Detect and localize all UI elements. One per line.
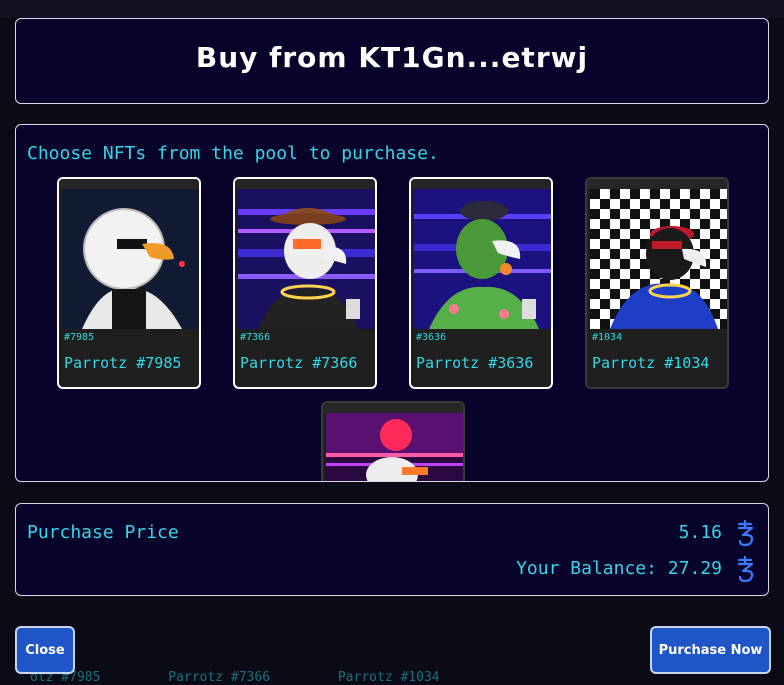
nft-image [62, 189, 199, 329]
nft-image [590, 189, 727, 329]
purchase-price-label: Purchase Price [27, 522, 179, 543]
tezos-icon [736, 556, 756, 582]
nft-card[interactable]: #1034 Parrotz #1034 [585, 177, 729, 389]
nft-card[interactable] [321, 401, 465, 481]
background-page [0, 0, 784, 18]
wallet-balance: Your Balance: 27.29 [516, 558, 722, 579]
card-token-id: #7366 [240, 332, 271, 343]
pool-instructions: Choose NFTs from the pool to purchase. [27, 143, 439, 164]
tezos-icon [736, 520, 756, 546]
purchase-price-value: 5.16 [678, 522, 722, 543]
nft-image [238, 189, 375, 329]
card-token-id: #1034 [592, 332, 623, 343]
card-name: Parrotz #7985 [64, 354, 182, 372]
modal-header: Buy from KT1Gn...etrwj [15, 18, 769, 104]
nft-card[interactable]: #7985 Parrotz #7985 [57, 177, 201, 389]
purchase-summary: Purchase Price 5.16 Your Balance: 27.29 [15, 503, 769, 596]
purchase-now-button[interactable]: Purchase Now [650, 626, 771, 674]
card-token-id: #3636 [416, 332, 447, 343]
modal-title: Buy from KT1Gn...etrwj [195, 41, 589, 74]
nft-image [326, 413, 463, 481]
card-topbar [323, 403, 463, 413]
card-token-id: #7985 [64, 332, 95, 343]
card-topbar [235, 179, 375, 189]
card-name: Parrotz #7366 [240, 354, 358, 372]
nft-card[interactable]: #3636 Parrotz #3636 [409, 177, 553, 389]
nft-card[interactable]: #7366 Parrotz #7366 [233, 177, 377, 389]
card-topbar [59, 179, 199, 189]
background-text: otz #7985 Parrotz #7366 Parrotz #1034 [30, 670, 440, 685]
card-topbar [587, 179, 727, 189]
nft-pool-panel[interactable]: Choose NFTs from the pool to purchase. #… [15, 124, 769, 482]
card-topbar [411, 179, 551, 189]
card-name: Parrotz #1034 [592, 354, 710, 372]
card-name: Parrotz #3636 [416, 354, 534, 372]
close-button[interactable]: Close [15, 626, 75, 674]
nft-image [414, 189, 551, 329]
